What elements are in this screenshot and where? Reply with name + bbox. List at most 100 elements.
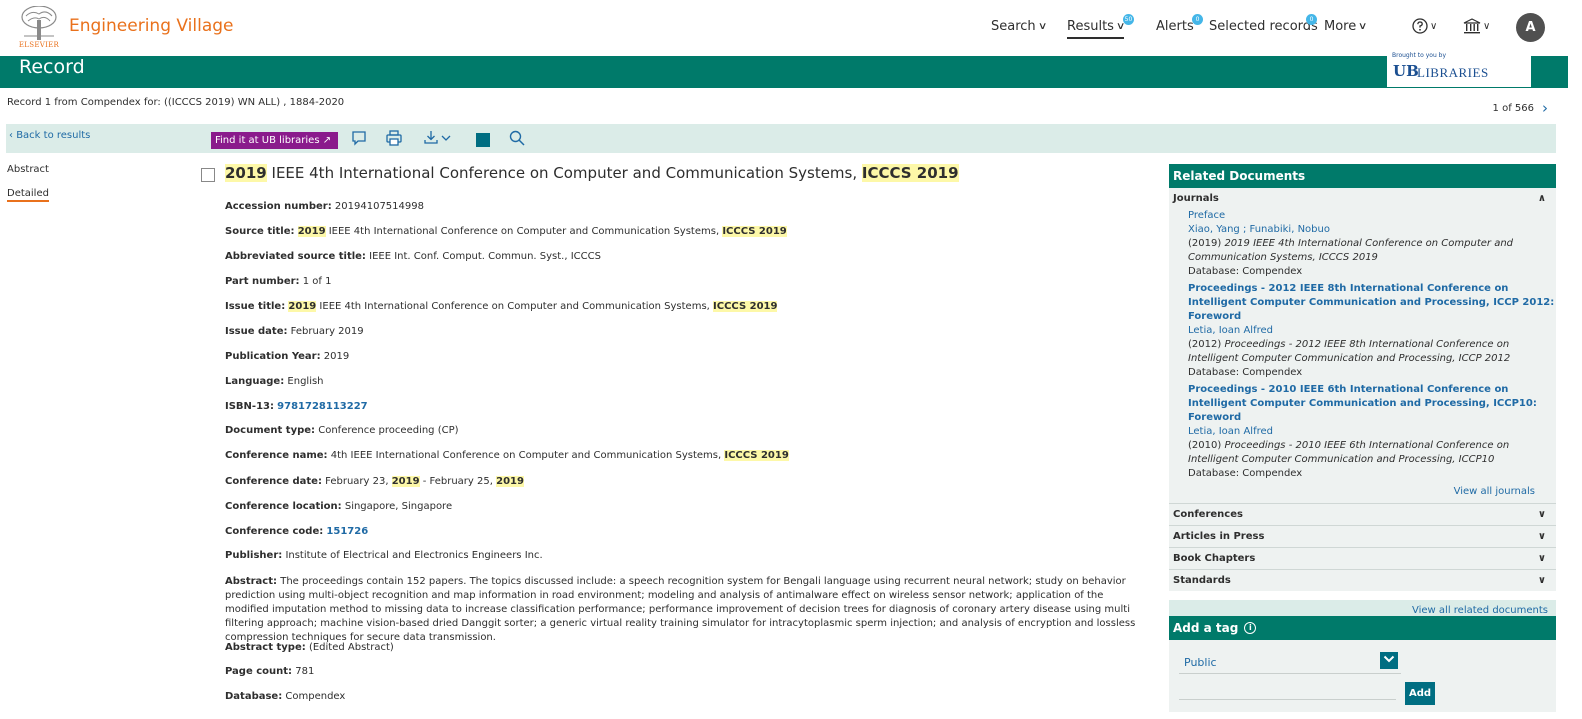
add-tag-button[interactable]: Add: [1405, 682, 1435, 705]
related-journal-source-title: 2019 IEEE 4th International Conference o…: [1188, 238, 1514, 263]
highlight: ICCCS 2019: [713, 301, 778, 312]
comment-button[interactable]: [350, 129, 368, 147]
related-documents-header: Related Documents: [1169, 164, 1556, 188]
tag-visibility-select[interactable]: Public: [1179, 651, 1401, 674]
journals-section-toggle[interactable]: Journals ∧: [1169, 188, 1556, 210]
related-documents-body: Journals ∧ Preface Xiao, Yang ; Funabiki…: [1169, 188, 1556, 591]
user-avatar[interactable]: A: [1516, 13, 1545, 42]
related-journal-item: Proceedings - 2010 IEEE 6th Internationa…: [1169, 383, 1556, 481]
conference-code-link[interactable]: 151726: [326, 526, 368, 537]
field-label: Abstract:: [225, 576, 278, 587]
related-journal-year: (2012): [1188, 339, 1225, 350]
tree-logo-icon: [21, 6, 57, 40]
highlight: ICCCS 2019: [722, 226, 787, 237]
back-to-results-link[interactable]: ‹ Back to results: [9, 130, 90, 141]
ub-logo-text: UB: [1393, 62, 1419, 80]
isbn-link[interactable]: 9781728113227: [277, 401, 367, 412]
title-highlight-year: 2019: [225, 164, 267, 182]
field-value: IEEE 4th International Conference on Com…: [316, 301, 714, 312]
left-nav-detailed[interactable]: Detailed: [7, 188, 49, 202]
brand-name[interactable]: Engineering Village: [69, 16, 234, 36]
search-button[interactable]: [508, 129, 526, 147]
field-label: Accession number:: [225, 201, 332, 212]
chevron-down-icon: ∨: [1537, 575, 1546, 586]
top-bar: ELSEVIER Engineering Village Search ∨ Re…: [0, 0, 1582, 56]
add-tag-title: Add a tag: [1173, 621, 1239, 635]
related-journal-title-link[interactable]: Proceedings - 2010 IEEE 6th Internationa…: [1188, 383, 1556, 425]
nav-search-label: Search: [991, 19, 1036, 34]
field-label: Language:: [225, 376, 285, 387]
field-value: 20194107514998: [334, 201, 424, 212]
field-label: Conference code:: [225, 526, 324, 537]
ub-libraries-logo[interactable]: Brought to you by UB LIBRARIES: [1387, 52, 1531, 87]
related-journal-authors[interactable]: Letia, Ioan Alfred: [1188, 324, 1556, 338]
highlight: 2019: [297, 226, 326, 237]
institution-menu[interactable]: ∨: [1463, 18, 1490, 34]
help-menu[interactable]: ∨: [1412, 18, 1437, 34]
nav-results[interactable]: Results ∨: [1067, 19, 1125, 39]
chevron-down-icon[interactable]: [1380, 652, 1398, 669]
nav-search[interactable]: Search ∨: [991, 19, 1047, 34]
highlight: 2019: [391, 476, 420, 487]
nav-selected-records[interactable]: Selected records: [1209, 19, 1318, 34]
info-icon[interactable]: i: [1244, 622, 1257, 634]
field-document-type: Document type: Conference proceeding (CP…: [225, 425, 459, 436]
chevron-down-icon: ∨: [1537, 531, 1546, 542]
field-source-title: Source title: 2019 IEEE 4th Internationa…: [225, 226, 787, 237]
highlight: ICCCS 2019: [724, 450, 789, 461]
field-label: Issue title:: [225, 301, 286, 312]
record-left-nav: Abstract Detailed: [7, 164, 49, 215]
field-abbrev-source: Abbreviated source title: IEEE Int. Conf…: [225, 251, 601, 262]
field-value: 781: [295, 666, 315, 677]
title-highlight-acronym: ICCCS 2019: [861, 164, 959, 182]
related-section-conferences[interactable]: Conferences ∨: [1169, 503, 1556, 525]
related-journal-item: Proceedings - 2012 IEEE 8th Internationa…: [1169, 282, 1556, 380]
logo-text: ELSEVIER: [18, 41, 60, 49]
field-value: 2019: [323, 351, 350, 362]
save-folder-icon[interactable]: [476, 133, 490, 147]
print-icon: [386, 130, 402, 146]
field-conference-code: Conference code: 151726: [225, 526, 368, 537]
next-record-icon[interactable]: ›: [1542, 99, 1548, 117]
related-journal-title-link[interactable]: Proceedings - 2012 IEEE 8th Internationa…: [1188, 282, 1556, 324]
record-toolbar: ‹ Back to results Find it at UB librarie…: [6, 124, 1556, 153]
select-record-checkbox[interactable]: [201, 168, 215, 182]
nav-alerts[interactable]: Alerts: [1156, 19, 1194, 34]
tag-name-input[interactable]: [1179, 681, 1396, 700]
title-text: IEEE 4th International Conference on Com…: [266, 164, 862, 182]
abstract-text: The proceedings contain 152 papers. The …: [225, 576, 1136, 643]
find-it-button[interactable]: Find it at UB libraries ↗: [211, 132, 338, 149]
field-label: Abbreviated source title:: [225, 251, 366, 262]
related-journal-source: (2019) 2019 IEEE 4th International Confe…: [1188, 237, 1556, 265]
related-journal-source-title: Proceedings - 2010 IEEE 6th Internationa…: [1188, 440, 1510, 465]
related-section-standards[interactable]: Standards ∨: [1169, 569, 1556, 591]
field-conference-name: Conference name: 4th IEEE International …: [225, 450, 789, 461]
libraries-text: LIBRARIES: [1417, 65, 1489, 80]
record-pager: 1 of 566 ›: [1493, 99, 1548, 117]
chevron-up-icon: ∧: [1537, 193, 1546, 204]
help-icon: [1412, 18, 1428, 34]
related-section-articles-in-press[interactable]: Articles in Press ∨: [1169, 525, 1556, 547]
field-label: Database:: [225, 691, 283, 702]
chevron-down-icon: ∨: [1358, 21, 1368, 32]
field-issue-date: Issue date: February 2019: [225, 326, 364, 337]
pager-count: 1 of 566: [1492, 102, 1534, 114]
view-all-journals-link[interactable]: View all journals: [1169, 481, 1556, 503]
related-journal-title-link[interactable]: Preface: [1188, 209, 1556, 223]
highlight: 2019: [288, 301, 317, 312]
field-value: Singapore, Singapore: [344, 501, 453, 512]
print-button[interactable]: [385, 129, 403, 147]
related-journal-authors[interactable]: Letia, Ioan Alfred: [1188, 425, 1556, 439]
related-section-book-chapters[interactable]: Book Chapters ∨: [1169, 547, 1556, 569]
elsevier-logo[interactable]: ELSEVIER: [17, 6, 61, 50]
related-journal-database: Database: Compendex: [1188, 367, 1303, 378]
related-journal-authors[interactable]: Xiao, Yang ; Funabiki, Nobuo: [1188, 223, 1556, 237]
field-label: Part number:: [225, 276, 300, 287]
nav-more[interactable]: More ∨: [1324, 19, 1368, 34]
download-menu[interactable]: [423, 129, 455, 147]
back-label: Back to results: [16, 130, 91, 141]
field-value: 4th IEEE International Conference on Com…: [330, 450, 725, 461]
journals-label: Journals: [1173, 193, 1219, 204]
left-nav-abstract[interactable]: Abstract: [7, 164, 49, 175]
field-abstract-type: Abstract type: (Edited Abstract): [225, 642, 394, 653]
